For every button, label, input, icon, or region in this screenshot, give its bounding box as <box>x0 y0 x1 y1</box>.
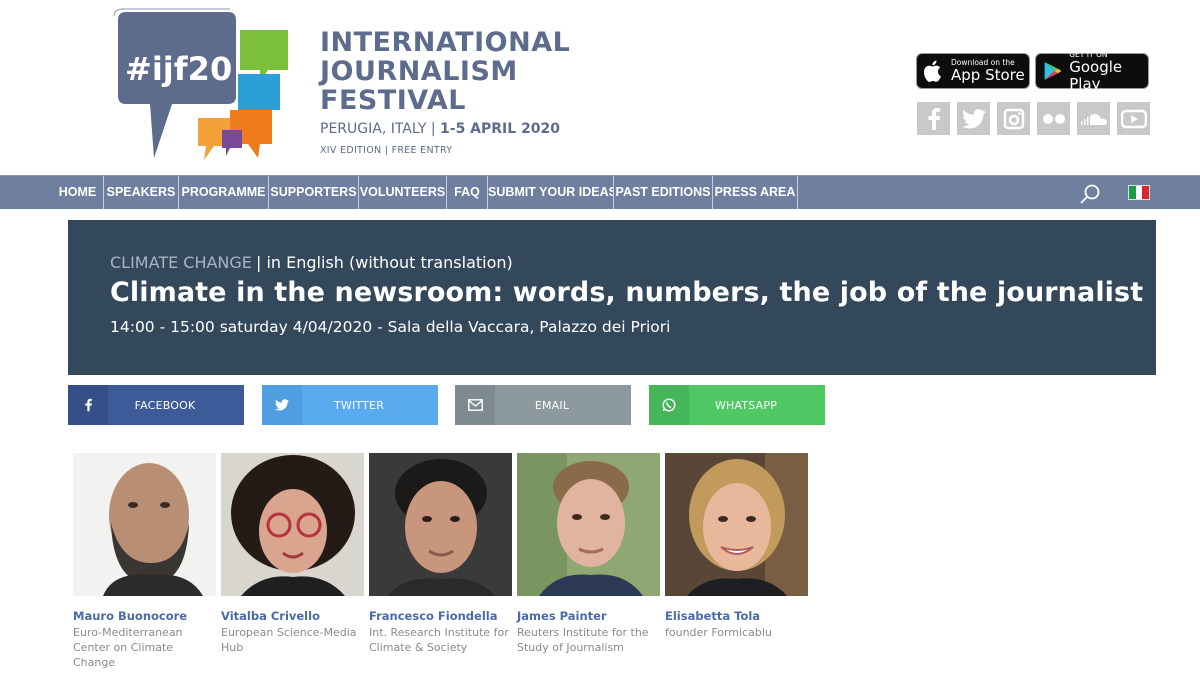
speaker-name[interactable]: Mauro Buonocore <box>73 609 216 623</box>
share-whatsapp-button[interactable]: WHATSAPP <box>649 385 825 425</box>
nav-home[interactable]: HOME <box>52 176 104 209</box>
speaker-photo[interactable] <box>665 453 808 596</box>
speaker-card[interactable]: James Painter Reuters Institute for the … <box>517 453 660 655</box>
soundcloud-icon[interactable] <box>1077 102 1110 135</box>
speaker-photo[interactable] <box>517 453 660 596</box>
share-twitter-label: TWITTER <box>333 398 385 412</box>
event-title: Climate in the newsroom: words, numbers,… <box>110 277 1144 308</box>
ijf-logo-icon[interactable]: #ijf20 <box>110 8 295 168</box>
apple-icon <box>923 60 941 82</box>
speaker-affiliation: Reuters Institute for the Study of Journ… <box>517 626 649 654</box>
nav-speakers[interactable]: SPEAKERS <box>104 176 179 209</box>
svg-text:#ijf20: #ijf20 <box>125 50 232 88</box>
twitter-icon <box>262 385 302 425</box>
nav-volunteers[interactable]: VOLUNTEERS <box>359 176 447 209</box>
logo-line-3: FESTIVAL <box>320 85 466 116</box>
nav-programme[interactable]: PROGRAMME <box>179 176 269 209</box>
share-email-label: EMAIL <box>534 398 570 412</box>
email-icon <box>455 385 495 425</box>
google-play-icon <box>1044 62 1062 80</box>
twitter-icon[interactable] <box>957 102 990 135</box>
social-links <box>917 102 1150 135</box>
whatsapp-icon <box>649 385 689 425</box>
speaker-affiliation: European Science-Media Hub <box>221 626 357 654</box>
festival-name: INTERNATIONAL JOURNALISM FESTIVAL PERUGI… <box>320 28 570 156</box>
speaker-affiliation: founder Formicablu <box>665 626 772 639</box>
speaker-card[interactable]: Francesco Fiondella Int. Research Instit… <box>369 453 512 655</box>
google-play-button[interactable]: GET IT ON Google Play <box>1035 50 1149 92</box>
festival-location: PERUGIA, ITALY | 1-5 APRIL 2020 <box>320 121 561 137</box>
main-nav: HOME SPEAKERS PROGRAMME SUPPORTERS VOLUN… <box>0 175 1200 209</box>
nav-items: HOME SPEAKERS PROGRAMME SUPPORTERS VOLUN… <box>52 176 798 209</box>
italian-language-icon[interactable] <box>1128 185 1150 200</box>
speaker-card[interactable]: Mauro Buonocore Euro-Mediterranean Cente… <box>73 453 216 670</box>
speaker-photo[interactable] <box>369 453 512 596</box>
facebook-icon[interactable] <box>917 102 950 135</box>
search-icon[interactable] <box>1079 183 1101 205</box>
share-facebook-label: FACEBOOK <box>134 398 196 412</box>
flickr-icon[interactable] <box>1037 102 1070 135</box>
nav-submit-ideas[interactable]: SUBMIT YOUR IDEAS <box>488 176 614 209</box>
speaker-affiliation: Int. Research Institute for Climate & So… <box>369 626 509 654</box>
nav-past-editions[interactable]: PAST EDITIONS <box>614 176 713 209</box>
speaker-photo[interactable] <box>73 453 216 596</box>
event-datetime-location: 14:00 - 15:00 saturday 4/04/2020 - Sala … <box>110 318 671 336</box>
site-header: #ijf20 INTERNATIONAL JOURNALISM FESTIVAL… <box>0 0 1200 175</box>
festival-edition: XIV EDITION | FREE ENTRY <box>320 145 453 156</box>
speaker-card[interactable]: Elisabetta Tola founder Formicablu <box>665 453 808 640</box>
share-whatsapp-label: WHATSAPP <box>714 398 778 412</box>
speaker-name[interactable]: Elisabetta Tola <box>665 609 808 623</box>
speaker-name[interactable]: James Painter <box>517 609 660 623</box>
logo-line-1: INTERNATIONAL <box>320 27 571 58</box>
speaker-affiliation: Euro-Mediterranean Center on Climate Cha… <box>73 626 183 669</box>
nav-faq[interactable]: FAQ <box>447 176 488 209</box>
nav-press-area[interactable]: PRESS AREA <box>713 176 798 209</box>
facebook-icon <box>68 385 108 425</box>
share-facebook-button[interactable]: FACEBOOK <box>68 385 244 425</box>
speaker-card[interactable]: Vitalba Crivello European Science-Media … <box>221 453 364 655</box>
nav-supporters[interactable]: SUPPORTERS <box>269 176 359 209</box>
speaker-name[interactable]: Francesco Fiondella <box>369 609 512 623</box>
instagram-icon[interactable] <box>997 102 1030 135</box>
app-store-button[interactable]: Download on the App Store <box>916 53 1030 89</box>
event-language: | in English (without translation) <box>256 253 513 272</box>
youtube-icon[interactable] <box>1117 102 1150 135</box>
logo-line-2: JOURNALISM <box>320 56 518 87</box>
event-category[interactable]: CLIMATE CHANGE <box>110 253 252 272</box>
speaker-name[interactable]: Vitalba Crivello <box>221 609 364 623</box>
event-banner: CLIMATE CHANGE | in English (without tra… <box>68 220 1156 375</box>
share-email-button[interactable]: EMAIL <box>455 385 631 425</box>
share-twitter-button[interactable]: TWITTER <box>262 385 438 425</box>
speaker-photo[interactable] <box>221 453 364 596</box>
